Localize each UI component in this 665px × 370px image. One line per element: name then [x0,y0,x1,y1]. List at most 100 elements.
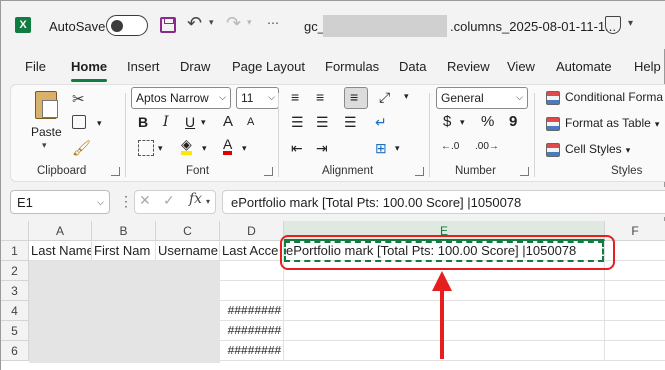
column-header-a[interactable]: A [29,221,92,241]
italic-button[interactable]: I [163,114,169,130]
tab-view[interactable]: View [507,59,535,74]
column-header-f[interactable]: F [605,221,665,241]
undo-icon[interactable]: ↶ [187,13,202,34]
chevron-down-icon[interactable]: ▾ [628,18,633,29]
orientation-dropdown-icon[interactable]: ▾ [404,91,409,102]
cell-d2[interactable] [220,261,284,281]
select-all-corner[interactable] [1,221,29,241]
decrease-indent-icon[interactable]: ⇤ [291,140,303,157]
percent-button[interactable]: % [481,113,494,130]
align-top-icon[interactable]: ≡ [291,89,299,105]
cell-d5[interactable]: ######## [220,321,284,341]
row-header-5[interactable]: 5 [1,321,29,341]
tab-automate[interactable]: Automate [556,59,612,74]
tab-data[interactable]: Data [399,59,426,74]
merge-dropdown-icon[interactable]: ▾ [395,143,400,154]
align-right-icon[interactable]: ☰ [344,114,357,131]
currency-button[interactable]: $ [443,113,451,130]
column-header-b[interactable]: B [92,221,156,241]
fill-color-dropdown-icon[interactable]: ▾ [202,143,207,154]
cell-f5[interactable] [605,321,665,341]
font-color-button[interactable]: A [223,137,233,155]
format-as-table-button[interactable]: Format as Table ▾ [546,116,659,131]
align-bottom-icon[interactable]: ≡ [344,87,368,109]
cell-f6[interactable] [605,341,665,361]
insert-function-button[interactable]: fx [189,191,202,207]
cell-styles-button[interactable]: Cell Styles ▾ [546,142,630,157]
save-icon[interactable] [160,17,176,33]
row-header-3[interactable]: 3 [1,281,29,301]
copy-dropdown-icon[interactable]: ▾ [97,118,102,129]
decrease-decimal-icon[interactable]: .00→ [475,141,499,152]
cell-f3[interactable] [605,281,665,301]
cell-c1[interactable]: Username [156,241,220,261]
fill-color-icon[interactable]: ◈ [181,137,192,155]
align-center-icon[interactable]: ☰ [316,114,329,131]
cell-a1[interactable]: Last Name [29,241,92,261]
column-header-c[interactable]: C [156,221,220,241]
borders-dropdown-icon[interactable]: ▾ [158,143,163,154]
format-painter-icon[interactable]: 🖌 [72,139,91,157]
merge-center-icon[interactable]: ⊞ [375,140,387,157]
tab-draw[interactable]: Draw [180,59,210,74]
cell-f4[interactable] [605,301,665,321]
conditional-formatting-button[interactable]: Conditional Forma [546,90,663,105]
column-header-d[interactable]: D [220,221,284,241]
clipboard-launcher-icon[interactable] [111,167,120,176]
bold-button[interactable]: B [138,114,148,130]
tab-review[interactable]: Review [447,59,490,74]
cell-d4[interactable]: ######## [220,301,284,321]
increase-indent-icon[interactable]: ⇥ [316,140,328,157]
row-header-2[interactable]: 2 [1,261,29,281]
cut-icon[interactable]: ✂ [72,90,85,108]
row-header-1[interactable]: 1 [1,241,29,261]
cell-e5[interactable] [284,321,605,341]
cell-d6[interactable]: ######## [220,341,284,361]
undo-dropdown-icon[interactable]: ▾ [209,17,214,28]
font-color-dropdown-icon[interactable]: ▾ [242,143,247,154]
borders-icon[interactable] [138,140,154,156]
currency-dropdown-icon[interactable]: ▾ [460,117,465,128]
tab-insert[interactable]: Insert [127,59,160,74]
orientation-icon[interactable]: ⤢ [379,89,390,106]
row-header-4[interactable]: 4 [1,301,29,321]
autosave-toggle[interactable] [106,15,148,36]
increase-decimal-icon[interactable]: ←.0 [441,141,459,152]
decrease-font-button[interactable]: A [247,116,254,128]
wrap-text-icon[interactable]: ↵ [375,114,387,131]
underline-dropdown-icon[interactable]: ▾ [201,117,206,128]
align-middle-icon[interactable]: ≡ [316,89,324,105]
paste-icon[interactable] [35,91,58,119]
worksheet-grid[interactable]: A B C D E F 1 2 3 4 5 6 Last Name First … [1,221,665,370]
cell-e6[interactable] [284,341,605,361]
underline-button[interactable]: U [185,114,195,130]
alignment-launcher-icon[interactable] [415,167,424,176]
font-size-select[interactable]: 11 ⌵ [236,87,279,109]
tab-help[interactable]: Help [634,59,661,74]
name-box[interactable]: E1 ⌵ [10,190,110,214]
font-launcher-icon[interactable] [264,167,273,176]
tab-file[interactable]: File [25,59,46,74]
cell-d3[interactable] [220,281,284,301]
comma-style-button[interactable]: 9 [509,113,517,130]
number-launcher-icon[interactable] [520,167,529,176]
tab-page-layout[interactable]: Page Layout [232,59,305,74]
tab-home[interactable]: Home [71,59,107,74]
font-name-select[interactable]: Aptos Narrow ⌵ [131,87,231,109]
align-left-icon[interactable]: ☰ [291,114,304,131]
increase-font-button[interactable]: A [223,113,233,130]
cell-d1[interactable]: Last Acce [220,241,284,261]
copy-icon[interactable] [72,115,86,129]
paste-dropdown-icon[interactable]: ▾ [42,140,47,151]
sensitivity-shield-icon[interactable] [605,16,621,34]
row-header-6[interactable]: 6 [1,341,29,361]
chevron-down-icon[interactable]: ▾ [206,197,210,206]
tab-formulas[interactable]: Formulas [325,59,379,74]
filename-suffix[interactable]: .columns_2025-08-01-11-1... [450,19,616,34]
more-commands-icon[interactable]: ⋯ [267,16,279,30]
formula-input[interactable]: ePortfolio mark [Total Pts: 100.00 Score… [222,190,665,214]
cell-b1[interactable]: First Nam [92,241,156,261]
number-format-select[interactable]: General ⌵ [436,87,528,109]
cell-e4[interactable] [284,301,605,321]
paste-button-label[interactable]: Paste [31,125,62,139]
